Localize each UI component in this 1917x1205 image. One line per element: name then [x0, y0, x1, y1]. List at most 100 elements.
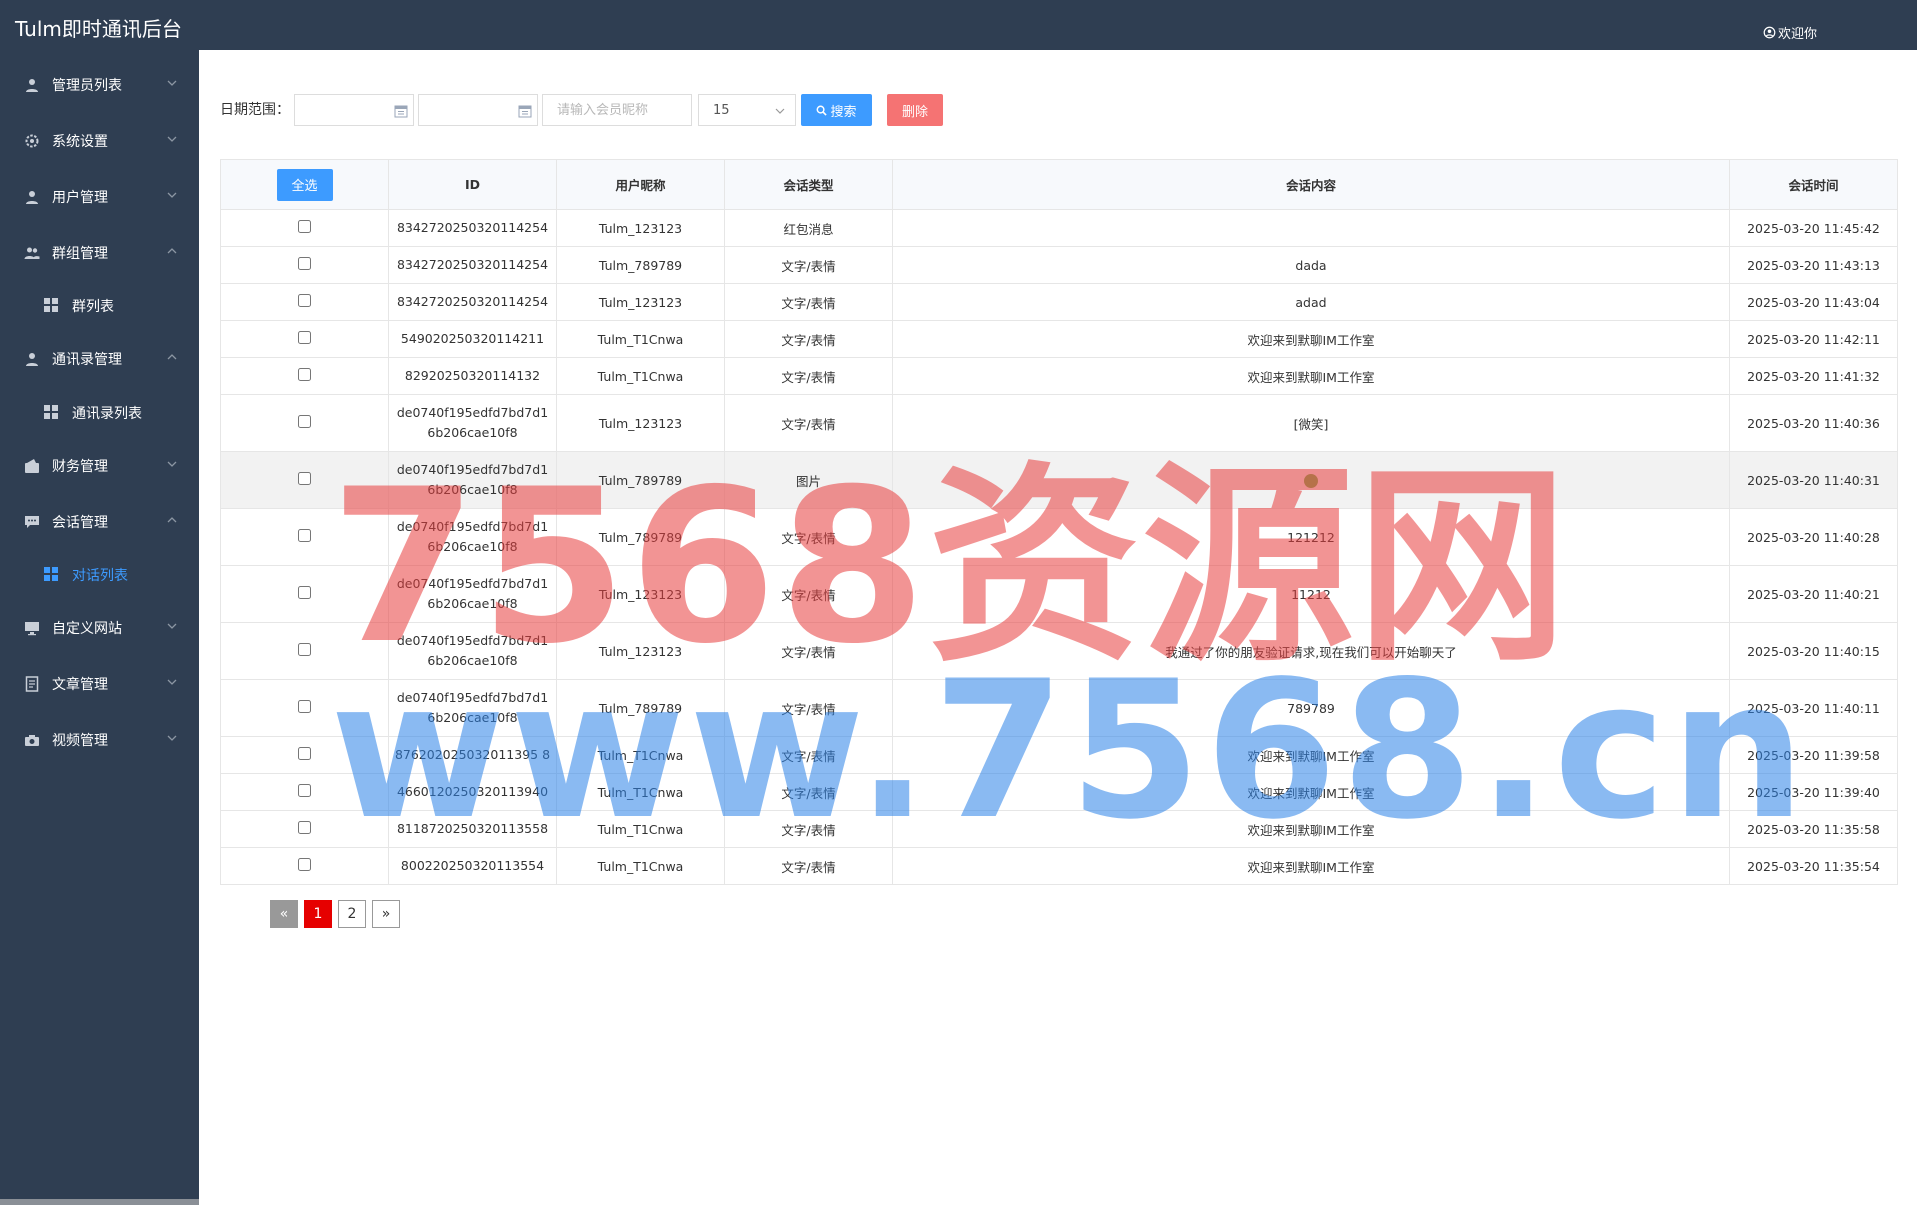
cell-nickname: Tulm_123123	[556, 565, 725, 623]
cell-id: 8342720250320114254	[388, 246, 557, 284]
cell-type: 文字/表情	[724, 565, 893, 623]
cell-id: de0740f195edfd7bd7d16b206cae10f8	[388, 508, 557, 566]
cell-nickname: Tulm_T1Cnwa	[556, 357, 725, 395]
cell-type: 文字/表情	[724, 320, 893, 358]
delete-button[interactable]: 删除	[887, 94, 943, 126]
table-row: de0740f195edfd7bd7d16b206cae10f8 Tulm_78…	[220, 451, 1898, 509]
sidebar: 管理员列表 系统设置 用户管理 群组管理 群列表 通讯录管理 通讯录列表 财务管…	[0, 50, 199, 1205]
sidebar-item-article-management[interactable]: 文章管理	[0, 663, 199, 703]
pagination-prev[interactable]: «	[270, 900, 298, 928]
cell-time: 2025-03-20 11:40:15	[1729, 622, 1898, 680]
sidebar-item-admin-list[interactable]: 管理员列表	[0, 64, 199, 104]
table-row: 876202025032011395 8 Tulm_T1Cnwa 文字/表情 欢…	[220, 736, 1898, 774]
row-checkbox[interactable]	[298, 643, 311, 656]
start-date-input[interactable]	[294, 94, 414, 126]
cell-nickname: Tulm_T1Cnwa	[556, 773, 725, 811]
cell-time: 2025-03-20 11:40:11	[1729, 679, 1898, 737]
user-icon	[26, 353, 38, 366]
welcome-user[interactable]: 欢迎你	[1763, 23, 1817, 42]
row-checkbox[interactable]	[298, 415, 311, 428]
row-checkbox[interactable]	[298, 784, 311, 797]
sidebar-item-contacts-management[interactable]: 通讯录管理	[0, 338, 199, 378]
cell-id: 8342720250320114254	[388, 283, 557, 321]
row-checkbox[interactable]	[298, 257, 311, 270]
welcome-text: 欢迎你	[1777, 27, 1817, 42]
document-icon	[25, 676, 39, 692]
sidebar-item-label: 会话管理	[52, 515, 108, 531]
sidebar-item-system-settings[interactable]: 系统设置	[0, 120, 199, 160]
chevron-down-icon	[775, 108, 785, 114]
member-nickname-input[interactable]	[542, 94, 692, 126]
sidebar-item-label: 系统设置	[52, 134, 108, 150]
cell-id: de0740f195edfd7bd7d16b206cae10f8	[388, 622, 557, 680]
cell-type: 文字/表情	[724, 773, 893, 811]
row-checkbox[interactable]	[298, 858, 311, 871]
cell-time: 2025-03-20 11:39:40	[1729, 773, 1898, 811]
row-checkbox[interactable]	[298, 368, 311, 381]
sidebar-subitem-contacts-list[interactable]: 通讯录列表	[0, 392, 199, 432]
table-row: de0740f195edfd7bd7d16b206cae10f8 Tulm_12…	[220, 622, 1898, 680]
sidebar-subitem-conversation-list[interactable]: 对话列表	[0, 554, 199, 594]
sidebar-item-label: 群组管理	[52, 246, 108, 262]
pagination-page-1[interactable]: 1	[304, 900, 332, 928]
table-row: 82920250320114132 Tulm_T1Cnwa 文字/表情 欢迎来到…	[220, 357, 1898, 395]
page-size-value: 15	[713, 103, 730, 118]
row-checkbox[interactable]	[298, 294, 311, 307]
grid-icon	[44, 298, 58, 312]
cell-nickname: Tulm_T1Cnwa	[556, 736, 725, 774]
search-icon	[817, 105, 828, 116]
table-row: 549020250320114211 Tulm_T1Cnwa 文字/表情 欢迎来…	[220, 320, 1898, 358]
row-checkbox[interactable]	[298, 586, 311, 599]
conversation-table: 全选 ID 用户昵称 会话类型 会话内容 会话时间 83427202503201…	[220, 159, 1898, 885]
image-thumbnail[interactable]	[1304, 473, 1318, 488]
grid-icon	[44, 405, 58, 419]
cell-time: 2025-03-20 11:41:32	[1729, 357, 1898, 395]
chevron-down-icon	[167, 192, 177, 198]
row-checkbox[interactable]	[298, 529, 311, 542]
table-row: 8342720250320114254 Tulm_123123 文字/表情 ad…	[220, 283, 1898, 321]
column-header-nickname: 用户昵称	[556, 159, 725, 210]
sidebar-subitem-group-list[interactable]: 群列表	[0, 285, 199, 325]
chevron-down-icon	[167, 136, 177, 142]
sidebar-subitem-label: 群列表	[72, 299, 114, 315]
sidebar-item-group-management[interactable]: 群组管理	[0, 232, 199, 272]
cell-id: 82920250320114132	[388, 357, 557, 395]
cell-time: 2025-03-20 11:43:13	[1729, 246, 1898, 284]
column-header-id: ID	[388, 159, 557, 210]
user-circle-icon	[1763, 26, 1776, 39]
sidebar-item-video-management[interactable]: 视频管理	[0, 719, 199, 759]
row-checkbox[interactable]	[298, 331, 311, 344]
sidebar-item-label: 用户管理	[52, 190, 108, 206]
sidebar-item-custom-website[interactable]: 自定义网站	[0, 607, 199, 647]
chevron-down-icon	[167, 80, 177, 86]
calendar-icon	[518, 105, 532, 118]
pagination: « 1 2 »	[270, 900, 400, 928]
cell-type: 文字/表情	[724, 622, 893, 680]
cell-time: 2025-03-20 11:39:58	[1729, 736, 1898, 774]
row-checkbox[interactable]	[298, 700, 311, 713]
cell-type: 图片	[724, 451, 893, 509]
sidebar-scrollbar[interactable]	[0, 1199, 199, 1205]
users-icon	[24, 247, 40, 259]
cell-content: 欢迎来到默聊IM工作室	[892, 847, 1730, 885]
cell-nickname: Tulm_789789	[556, 451, 725, 509]
row-checkbox[interactable]	[298, 472, 311, 485]
cell-time: 2025-03-20 11:43:04	[1729, 283, 1898, 321]
sidebar-item-finance[interactable]: 财务管理	[0, 445, 199, 485]
page-size-select[interactable]: 15	[698, 94, 796, 126]
row-checkbox[interactable]	[298, 220, 311, 233]
cell-content: 我通过了你的朋友验证请求,现在我们可以开始聊天了	[892, 622, 1730, 680]
column-header-content: 会话内容	[892, 159, 1730, 210]
pagination-page-2[interactable]: 2	[338, 900, 366, 928]
search-button[interactable]: 搜索	[801, 94, 872, 126]
cell-id: 8342720250320114254	[388, 209, 557, 247]
sidebar-item-user-management[interactable]: 用户管理	[0, 176, 199, 216]
row-checkbox[interactable]	[298, 747, 311, 760]
select-all-button[interactable]: 全选	[276, 168, 333, 201]
end-date-input[interactable]	[418, 94, 538, 126]
cell-content: 11212	[892, 565, 1730, 623]
pagination-next[interactable]: »	[372, 900, 400, 928]
row-checkbox[interactable]	[298, 821, 311, 834]
sidebar-item-session-management[interactable]: 会话管理	[0, 501, 199, 541]
cell-content: 欢迎来到默聊IM工作室	[892, 736, 1730, 774]
